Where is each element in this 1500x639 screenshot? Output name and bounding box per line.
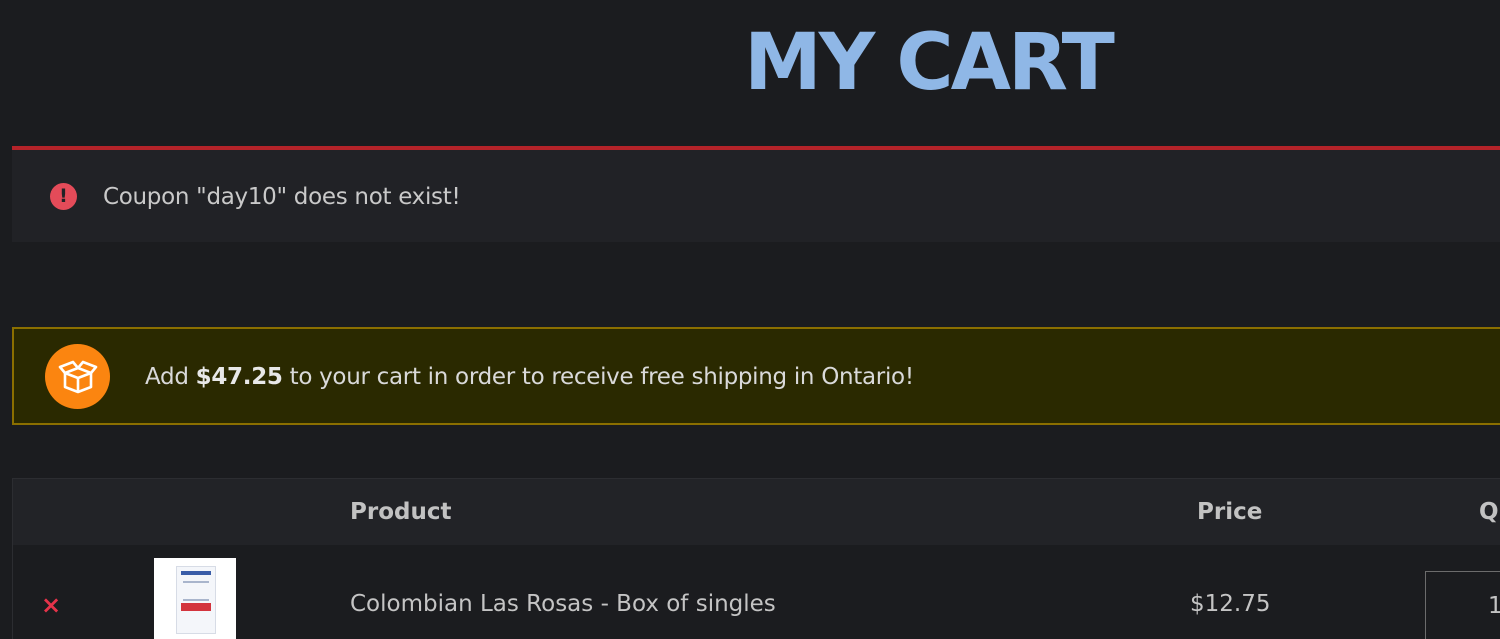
product-thumbnail[interactable] xyxy=(154,558,236,639)
page-title: MY CART xyxy=(744,18,1115,108)
column-header-quantity: Q xyxy=(1479,499,1499,525)
product-name-link[interactable]: Colombian Las Rosas - Box of singles xyxy=(350,588,776,620)
cart-table-header: Product Price Q xyxy=(13,479,1500,545)
product-price: $12.75 xyxy=(1190,591,1271,617)
product-package-image xyxy=(176,566,216,634)
column-header-product: Product xyxy=(350,499,452,525)
free-shipping-notice: Add $47.25 to your cart in order to rece… xyxy=(12,327,1500,425)
cart-page: MY CART ! Coupon "day10" does not exist!… xyxy=(0,0,1500,639)
free-shipping-amount: $47.25 xyxy=(195,364,283,390)
free-shipping-message: Add $47.25 to your cart in order to rece… xyxy=(145,364,914,390)
quantity-input[interactable] xyxy=(1425,571,1500,639)
coupon-error-notice: ! Coupon "day10" does not exist! xyxy=(12,146,1500,242)
remove-item-icon[interactable]: × xyxy=(41,591,61,619)
table-row: × Colombian Las Rosas - Box of singles $… xyxy=(13,545,1500,639)
coupon-error-message: Coupon "day10" does not exist! xyxy=(103,184,461,210)
open-box-icon xyxy=(45,344,110,409)
alert-circle-icon: ! xyxy=(50,183,77,210)
column-header-price: Price xyxy=(1197,499,1263,525)
cart-table: Product Price Q × Colombian Las Rosas - … xyxy=(12,478,1500,639)
